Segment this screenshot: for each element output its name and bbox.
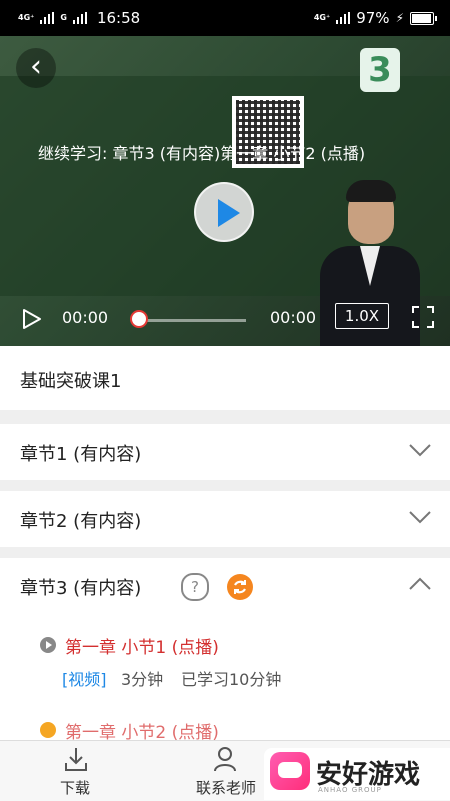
chapter-label: 章节3 (有内容) [20,578,142,599]
download-label: 下载 [59,779,90,797]
course-header: 基础突破课1 [0,346,450,410]
play-button-large[interactable] [194,182,254,242]
network-indicator-2: G [60,13,67,22]
clock: 16:58 [96,9,141,27]
chevron-down-icon[interactable] [408,509,432,529]
brand-logo-icon: 3 [360,48,400,92]
chapter-label: 章节2 (有内容) [20,511,142,532]
signal-icon [40,12,55,24]
section-learned-time: 已学习10分钟 [181,670,282,689]
battery-percent: 97% [356,9,390,27]
play-circle-icon [40,637,56,653]
network-indicator-right: 4G⁺ [313,13,331,22]
status-bar: 4G⁺ G 16:58 4G⁺ 97% ⚡ [0,0,450,36]
signal-icon-right [336,12,351,24]
person-icon [212,745,240,777]
back-button[interactable]: ‹ [16,48,56,88]
video-controls: 00:00 00:00 1.0X [0,292,450,346]
download-tab[interactable]: 下载 [25,741,125,801]
play-circle-icon [40,722,56,738]
chevron-down-icon[interactable] [408,442,432,462]
chapter-label: 章节1 (有内容) [20,444,142,465]
watermark-subtext: ANHAO GROUP [318,786,382,794]
speed-button[interactable]: 1.0X [335,303,389,329]
total-time: 00:00 [270,308,317,327]
current-time: 00:00 [62,308,109,327]
help-icon[interactable]: ? [181,573,209,601]
charging-icon: ⚡ [395,11,404,25]
battery-icon [410,11,437,25]
video-player[interactable]: 3 ‹ 继续学习: 章节3 (有内容)第一章 小节2 (点播) 00:00 00… [0,36,450,346]
network-indicator: 4G⁺ [18,13,35,22]
section-duration: 3分钟 [121,670,164,689]
chapter-1[interactable]: 章节1 (有内容) [0,424,450,480]
gamepad-icon [270,752,310,790]
contact-teacher-tab[interactable]: 联系老师 [176,741,276,801]
refresh-icon[interactable] [227,574,253,600]
seek-bar[interactable] [132,319,246,322]
watermark-logo: 安好游戏 ANHAO GROUP [264,748,450,800]
chapter-3[interactable]: 章节3 (有内容) ? 第一章 小节1 (点播) [视频] 3分钟 已学习10分… [0,558,450,743]
section-title[interactable]: 第一章 小节1 (点播) [65,633,219,658]
contact-teacher-label: 联系老师 [195,779,256,797]
video-resume-title: 继续学习: 章节3 (有内容)第一章 小节2 (点播) [38,144,366,163]
section-type-tag: [视频] [62,670,107,689]
signal-icon-2 [72,12,87,24]
play-icon[interactable] [22,308,42,334]
chevron-up-icon[interactable] [408,576,432,596]
download-icon [63,745,89,777]
fullscreen-icon[interactable] [411,305,435,333]
course-title: 基础突破课1 [20,371,122,392]
chapter-2[interactable]: 章节2 (有内容) [0,491,450,547]
seek-thumb[interactable] [130,310,148,328]
